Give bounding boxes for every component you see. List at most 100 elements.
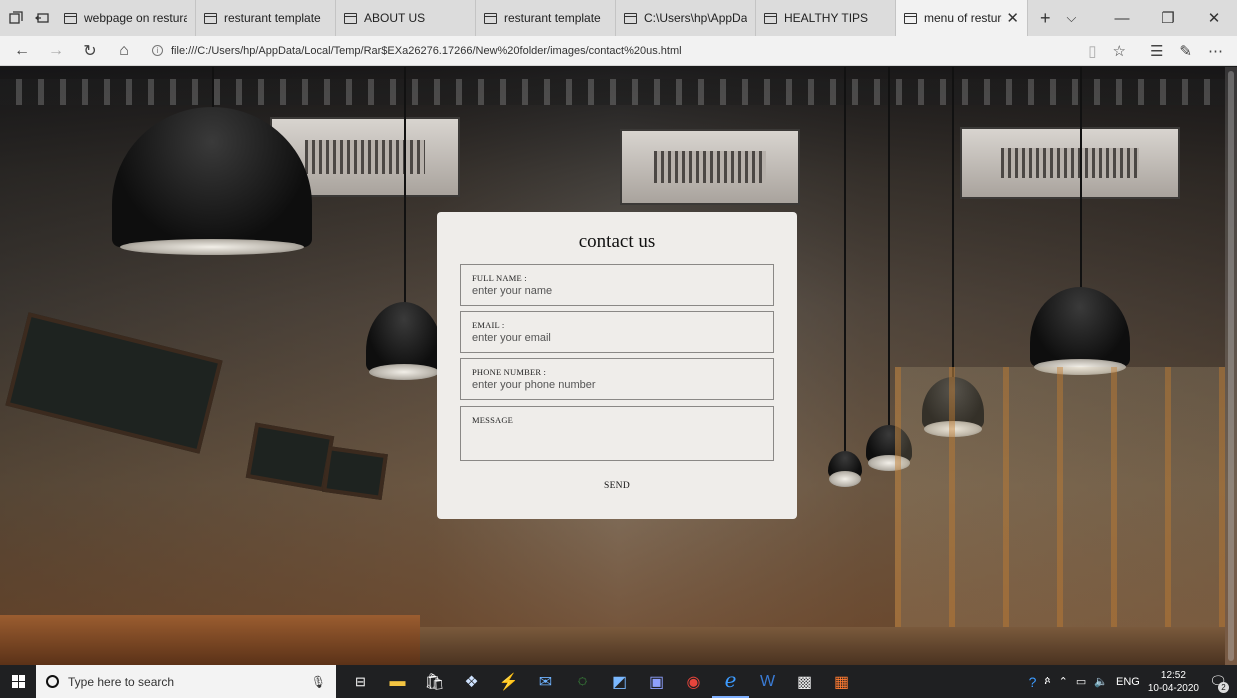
- page-icon: [904, 12, 917, 24]
- notification-count: 2: [1218, 681, 1229, 693]
- messaging-app-icon[interactable]: ▣: [638, 665, 675, 698]
- photos-icon[interactable]: ▩: [786, 665, 823, 698]
- power-automate-icon[interactable]: ⚡: [490, 665, 527, 698]
- page-icon: [764, 12, 777, 24]
- phone-field[interactable]: PHONE NUMBER :: [460, 358, 774, 400]
- minimize-icon[interactable]: —: [1099, 10, 1145, 27]
- send-button[interactable]: SEND: [587, 477, 647, 495]
- circle-app-icon[interactable]: ◌: [564, 665, 601, 698]
- tab-label: ABOUT US: [364, 11, 426, 25]
- tab-label: menu of resturant: [924, 11, 1002, 25]
- start-button[interactable]: [0, 665, 36, 698]
- file-explorer-icon[interactable]: ▬: [379, 665, 416, 698]
- ceiling-vent: [620, 129, 800, 205]
- close-window-icon[interactable]: ✕: [1191, 9, 1237, 27]
- browser-tab[interactable]: HEALTHY TIPS: [756, 0, 896, 36]
- page-icon: [344, 12, 357, 24]
- system-tray: ? ጶ ⌃ ▭ 🔈 ENG 12:52 10-04-2020 🗨 2: [1029, 669, 1237, 695]
- chevron-down-icon[interactable]: ⌵: [1067, 10, 1077, 26]
- tab-label: resturant template: [224, 11, 321, 25]
- volume-icon[interactable]: 🔈: [1094, 675, 1108, 688]
- action-center-icon[interactable]: 🗨 2: [1207, 671, 1229, 693]
- people-icon[interactable]: ጶ: [1044, 675, 1050, 688]
- pen-icon[interactable]: ✎: [1179, 42, 1192, 60]
- store-icon[interactable]: 🛍: [416, 665, 453, 698]
- scrollbar-thumb[interactable]: [1228, 71, 1234, 661]
- edge-icon[interactable]: ℯ: [712, 665, 749, 698]
- phone-input[interactable]: [472, 379, 765, 391]
- star-icon[interactable]: ☆: [1113, 42, 1126, 60]
- forward-arrow-icon[interactable]: →: [48, 42, 64, 60]
- page-viewport: contact us FULL NAME : EMAIL : PHONE NUM…: [0, 67, 1237, 665]
- ellipsis-icon[interactable]: ⋯: [1208, 42, 1223, 60]
- refresh-icon[interactable]: ↻: [82, 41, 98, 61]
- new-tab-controls: + ⌵: [1028, 0, 1088, 36]
- tab-label: HEALTHY TIPS: [784, 11, 869, 25]
- chalkboard-menu: [245, 422, 335, 492]
- browser-tab[interactable]: ABOUT US: [336, 0, 476, 36]
- navigation-buttons: ← → ↻ ⌂: [0, 41, 144, 61]
- full-name-input[interactable]: [472, 285, 765, 297]
- page-scrollbar[interactable]: [1225, 67, 1237, 665]
- task-view-icon[interactable]: ⊟: [342, 665, 379, 698]
- phone-label: PHONE NUMBER :: [472, 367, 547, 377]
- reading-view-icon[interactable]: ▯: [1088, 42, 1096, 60]
- url-text[interactable]: file:///C:/Users/hp/AppData/Local/Temp/R…: [171, 45, 682, 57]
- message-label: MESSAGE: [472, 415, 514, 425]
- notes-app-icon[interactable]: ◩: [601, 665, 638, 698]
- info-icon[interactable]: i: [152, 45, 163, 56]
- close-tab-icon[interactable]: ✕: [1006, 9, 1019, 27]
- message-input[interactable]: [472, 427, 765, 455]
- home-icon[interactable]: ⌂: [116, 42, 132, 60]
- lamp-cord: [888, 67, 890, 427]
- chalkboard-menu: [5, 312, 223, 454]
- address-bar[interactable]: i file:///C:/Users/hp/AppData/Local/Temp…: [144, 40, 1074, 62]
- windows-logo-icon: [11, 675, 25, 688]
- word-icon[interactable]: W: [749, 665, 786, 698]
- browser-tab[interactable]: resturant template: [476, 0, 616, 36]
- taskbar-search[interactable]: 🎙: [36, 665, 336, 698]
- pendant-lamp: [828, 451, 862, 487]
- cortana-icon: [46, 675, 59, 688]
- ceiling-truss: [0, 79, 1225, 105]
- mail-icon[interactable]: ✉: [527, 665, 564, 698]
- tab-label: webpage on resturant: [84, 11, 187, 25]
- email-label: EMAIL :: [472, 320, 505, 330]
- bar-counter: [0, 615, 420, 665]
- window-controls: — ❐ ✕: [1099, 0, 1237, 36]
- toolbar-actions: ▯ ☆ ☰ ✎ ⋯: [1074, 42, 1237, 60]
- help-icon[interactable]: ?: [1029, 674, 1037, 690]
- full-name-field[interactable]: FULL NAME :: [460, 264, 774, 306]
- dropbox-icon[interactable]: ❖: [453, 665, 490, 698]
- new-tab-icon[interactable]: +: [1040, 8, 1051, 29]
- message-field[interactable]: MESSAGE: [460, 406, 774, 461]
- chalkboard-menu: [322, 446, 388, 500]
- restore-window-icon[interactable]: ❐: [1145, 9, 1191, 27]
- email-field[interactable]: EMAIL :: [460, 311, 774, 353]
- language-indicator[interactable]: ENG: [1116, 676, 1140, 688]
- battery-icon[interactable]: ▭: [1076, 675, 1086, 688]
- colorful-app-icon[interactable]: ▦: [823, 665, 860, 698]
- taskbar-search-input[interactable]: [68, 674, 302, 689]
- browser-tab[interactable]: webpage on resturant: [56, 0, 196, 36]
- email-input[interactable]: [472, 332, 765, 344]
- ceiling-vent: [960, 127, 1180, 199]
- back-arrow-icon[interactable]: ←: [14, 42, 30, 60]
- chrome-icon[interactable]: ◉: [675, 665, 712, 698]
- clock[interactable]: 12:52 10-04-2020: [1148, 669, 1199, 695]
- contact-form: contact us FULL NAME : EMAIL : PHONE NUM…: [437, 212, 797, 519]
- microphone-icon[interactable]: 🎙: [311, 675, 326, 689]
- address-bar-row: ← → ↻ ⌂ i file:///C:/Users/hp/AppData/Lo…: [0, 36, 1237, 66]
- chevron-up-icon[interactable]: ⌃: [1059, 675, 1068, 688]
- pendant-lamp: [366, 302, 442, 380]
- browser-tab-active[interactable]: menu of resturant ✕: [896, 0, 1028, 36]
- tab-label: C:\Users\hp\AppData\L: [644, 11, 747, 25]
- restore-tabs-icon[interactable]: [34, 10, 50, 26]
- page-icon: [624, 12, 637, 24]
- tab-label: resturant template: [504, 11, 601, 25]
- tab-set-aside-icon[interactable]: [8, 10, 24, 26]
- favorites-list-icon[interactable]: ☰: [1150, 42, 1163, 60]
- clock-time: 12:52: [1160, 669, 1186, 681]
- browser-tab[interactable]: C:\Users\hp\AppData\L: [616, 0, 756, 36]
- browser-tab[interactable]: resturant template: [196, 0, 336, 36]
